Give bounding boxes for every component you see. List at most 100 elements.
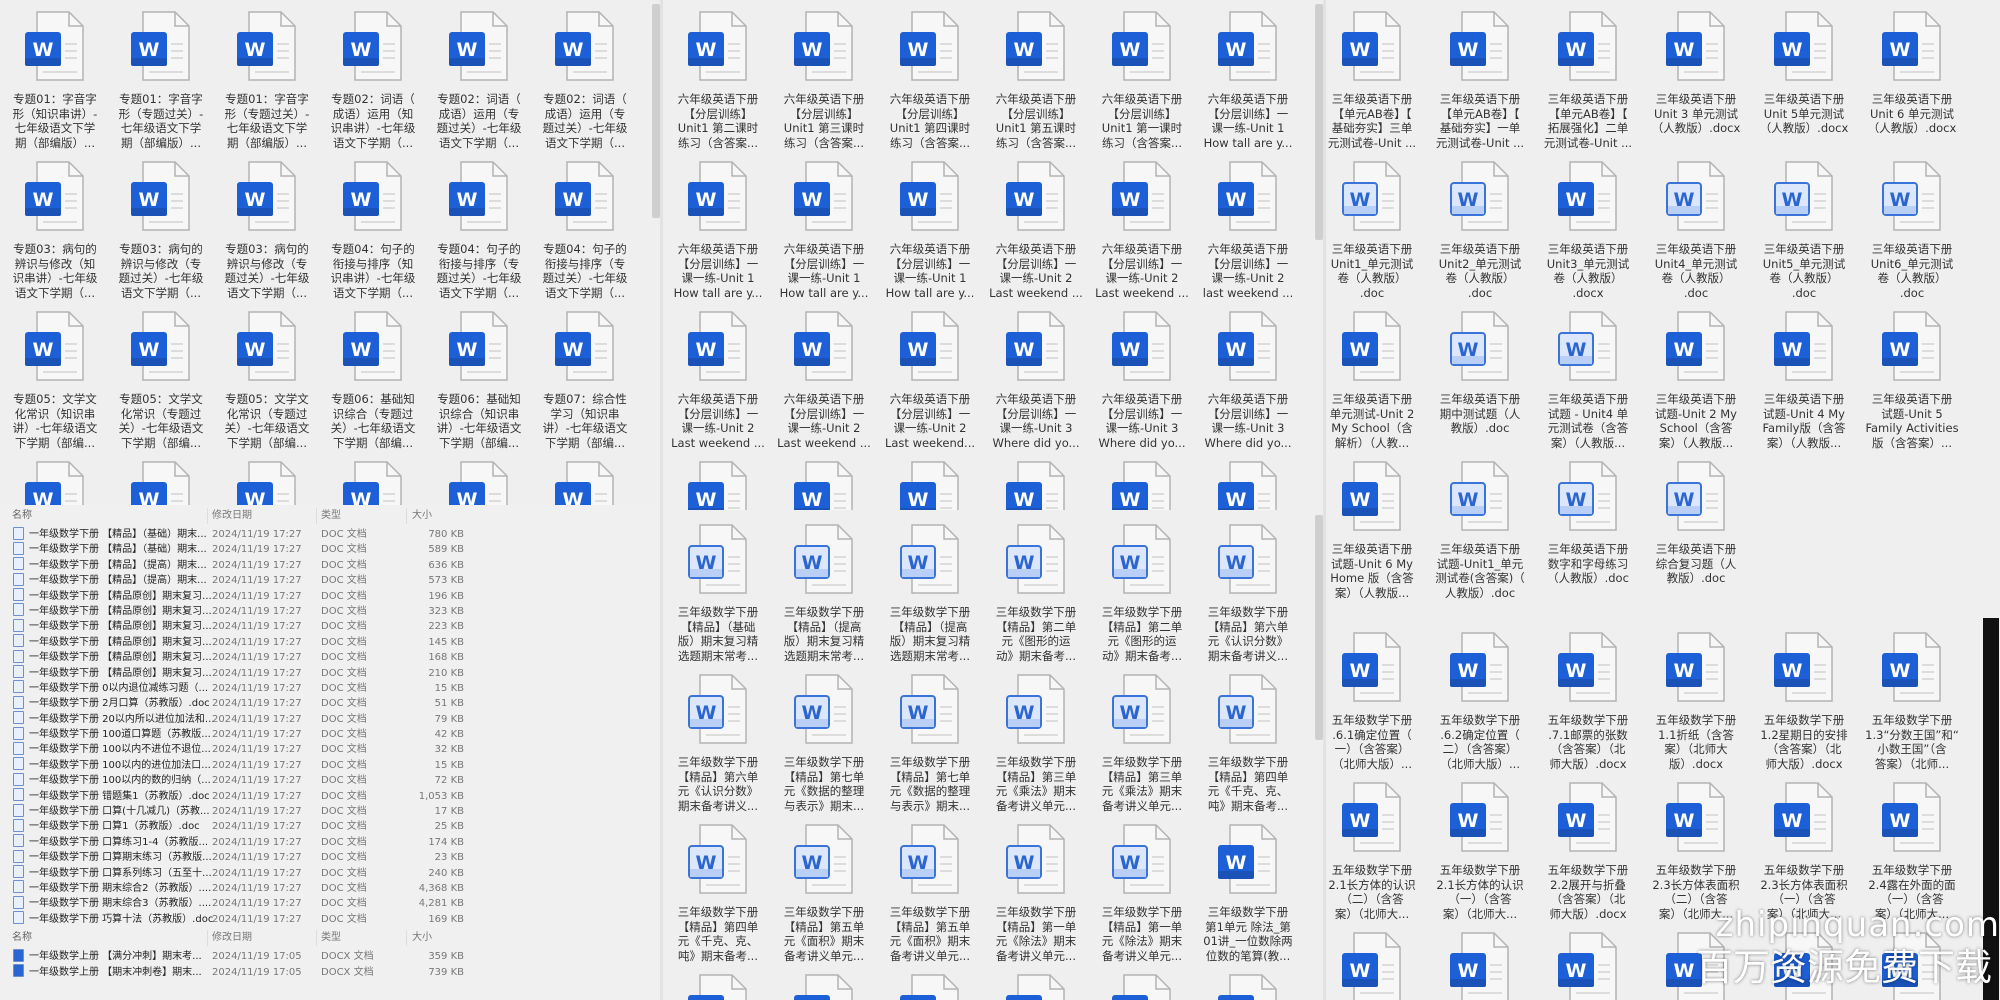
file-item[interactable]: W 三年级英语下册 试题-Unit 5 Family Activities 版（含…	[1858, 310, 1966, 460]
file-item[interactable]: W 六年级英语下册 【分层训练】一 课一练-Unit 2 Last weekend…	[665, 310, 771, 460]
file-item[interactable]: W 三年级英语下册 【单元AB卷】【 基础夯实】三单 元测试卷-Unit ...	[1328, 10, 1426, 160]
file-item[interactable]: W 六年级英语下册 【分层训练】 Unit1 第三课时 练习（含答案...	[771, 10, 877, 160]
file-item[interactable]: W 五年级数学下册 1.1折纸（含答 案）（北师大 版）.docx	[1642, 631, 1750, 781]
file-item[interactable]: W 专题03：病句的 辨识与修改（专 题过关）-七年级 语文下学期（...	[214, 160, 320, 310]
list-row[interactable]: 一年级数学下册 期末综合3（苏教版）.... 2024/11/19 17:27 DO…	[0, 895, 655, 911]
file-item[interactable]: W 五年级数学下册 2.1长方体的认识 （一）（含答 案）（北师大...	[1426, 781, 1534, 931]
file-item[interactable]: W 六年级英语下册 【分层训练】一 课一练-Unit 2 Last weekend…	[877, 310, 983, 460]
scrollbar-thumb-2[interactable]	[1315, 515, 1323, 740]
list-row[interactable]: 一年级数学上册 【期末冲刺卷】期末... 2024/11/19 17:05 DOCX…	[0, 964, 655, 980]
file-item[interactable]: W 三年级数学下册 【精品】第二单 元《图形的运 动》期末备考...	[1089, 523, 1195, 673]
column-header-name[interactable]: 名称	[12, 505, 32, 527]
list-row[interactable]: 一年级数学下册 100道口算题（苏教版... 2024/11/19 17:27 DO…	[0, 726, 655, 742]
file-item[interactable]: W 三年级数学下册 【精品】第六单 元《认识分数》 期末备考讲义...	[665, 673, 771, 823]
file-item[interactable]: W 三年级英语下册 Unit 6 单元测试 （人教版）.docx	[1858, 10, 1966, 160]
file-item[interactable]: W 专题01：字音字 形（专题过关）- 七年级语文下学 期（部编版）...	[214, 10, 320, 160]
file-item[interactable]: W	[1534, 931, 1642, 1000]
file-item[interactable]: W	[1195, 973, 1301, 1000]
column-separator[interactable]	[316, 508, 317, 524]
list-row[interactable]: 一年级数学下册 【精品原创】期末复习... 2024/11/19 17:27 DOC…	[0, 603, 655, 619]
file-item[interactable]: W 专题02：词语（ 成语）运用（专 题过关）-七年级 语文下学期（...	[532, 10, 638, 160]
file-item[interactable]: W 三年级数学下册 【精品】第一单 元《除法》期末 备考讲义单元...	[983, 823, 1089, 973]
list-row[interactable]: 一年级数学下册 【精品】（提高）期末... 2024/11/19 17:27 DOC…	[0, 557, 655, 573]
file-item[interactable]: W 三年级数学下册 第1单元 除法_第 01讲_一位数除两 位数的笔算(教...	[1195, 823, 1301, 973]
list-row[interactable]: 一年级数学下册 100以内的数的归纳（... 2024/11/19 17:27 DO…	[0, 772, 655, 788]
file-item[interactable]: W 三年级数学下册 【精品】第五单 元《面积》期末 备考讲义单元...	[877, 823, 983, 973]
file-item[interactable]: W 六年级英语下册 【分层训练】 Unit1 第二课时 练习（含答案...	[665, 10, 771, 160]
column-separator[interactable]	[406, 930, 407, 947]
scrollbar-thumb[interactable]	[652, 4, 660, 218]
file-item[interactable]: W 专题02：词语（ 成语）运用（知 识串讲）-七年级 语文下学期（...	[320, 10, 426, 160]
file-item[interactable]: W 五年级数学下册 1.3“分数王国”和“ 小数王国”（含 答案）（北师...	[1858, 631, 1966, 781]
file-item[interactable]: W 六年级英语下册 【分层训练】一 课一练-Unit 2 Last weekend…	[1089, 160, 1195, 310]
file-item[interactable]: W	[771, 973, 877, 1000]
list-row[interactable]: 一年级数学下册 【精品原创】期末复习... 2024/11/19 17:27 DOC…	[0, 618, 655, 634]
column-header-date[interactable]: 修改日期	[212, 505, 252, 527]
list-row[interactable]: 一年级数学下册 20以内所以进位加法和... 2024/11/19 17:27 DO…	[0, 711, 655, 727]
file-item[interactable]: W 三年级英语下册 试题-Unit1_单元 测试卷(含答案)（ 人教版）.doc	[1426, 460, 1534, 610]
file-item[interactable]: W 专题05：文学文 化常识（知识串 讲）-七年级语文 下学期（部编...	[2, 310, 108, 460]
column-separator[interactable]	[406, 508, 407, 524]
list-row[interactable]: 一年级数学下册 100以内不进位不退位... 2024/11/19 17:27 DO…	[0, 741, 655, 757]
list-row[interactable]: 一年级数学下册 口算(十几减几)（苏教... 2024/11/19 17:27 DO…	[0, 803, 655, 819]
file-item[interactable]: W	[771, 460, 877, 510]
file-item[interactable]: W 三年级英语下册 综合复习题（人 教版）.doc	[1642, 460, 1750, 610]
file-item[interactable]: W 三年级英语下册 数字和字母练习 （人教版）.doc	[1534, 460, 1642, 610]
list-row[interactable]: 一年级数学下册 【精品】（提高）期末... 2024/11/19 17:27 DOC…	[0, 572, 655, 588]
list-row[interactable]: 一年级数学下册 0以内退位减练习题（... 2024/11/19 17:27 DOC…	[0, 680, 655, 696]
file-item[interactable]: W 三年级英语下册 Unit 5单元测试 （人教版）.docx	[1750, 10, 1858, 160]
column-header-date[interactable]: 修改日期	[212, 927, 252, 949]
file-item[interactable]: W 三年级英语下册 期中测试题（人 教版）.doc	[1426, 310, 1534, 460]
list-row[interactable]: 一年级数学下册 口算期末练习（苏教版... 2024/11/19 17:27 DOC…	[0, 849, 655, 865]
file-item[interactable]: W 专题03：病句的 辨识与修改（知 识串讲）-七年级 语文下学期（...	[2, 160, 108, 310]
list-row[interactable]: 一年级数学下册 【精品原创】期末复习... 2024/11/19 17:27 DOC…	[0, 665, 655, 681]
file-item[interactable]: W 专题06：基础知 识综合（知识串 讲）-七年级语文 下学期（部编...	[426, 310, 532, 460]
file-item[interactable]: W 专题07：综合性 学习（知识串 讲）-七年级语文 下学期（部编...	[532, 310, 638, 460]
file-item[interactable]: W 三年级数学下册 【精品】第三单 元《乘法》期末 备考讲义单元...	[983, 673, 1089, 823]
file-item[interactable]: W 五年级数学下册 2.2展开与折叠 （含答案）（北 师大版）.docx	[1534, 781, 1642, 931]
column-header-name[interactable]: 名称	[12, 927, 32, 949]
file-item[interactable]: W 五年级数学下册 1.2星期日的安排 （含答案）（北 师大版）.docx	[1750, 631, 1858, 781]
file-item[interactable]: W	[877, 973, 983, 1000]
file-item[interactable]: W 六年级英语下册 【分层训练】一 课一练-Unit 1 How tall are…	[877, 160, 983, 310]
list-row[interactable]: 一年级数学下册 口算1（苏教版）.doc 2024/11/19 17:27 DOC …	[0, 818, 655, 834]
file-item[interactable]: W 专题04：句子的 衔接与排序（知 识串讲）-七年级 语文下学期（...	[320, 160, 426, 310]
file-item[interactable]: W 三年级数学下册 【精品】第六单 元《认识分数》 期末备考讲义...	[1195, 523, 1301, 673]
file-item[interactable]: W 三年级英语下册 Unit6_单元测试 卷（人教版） .doc	[1858, 160, 1966, 310]
file-item[interactable]: W	[665, 460, 771, 510]
file-item[interactable]: W 六年级英语下册 【分层训练】一 课一练-Unit 1 How tall are…	[665, 160, 771, 310]
file-item[interactable]: W 六年级英语下册 【分层训练】一 课一练-Unit 3 Where did yo…	[1089, 310, 1195, 460]
file-item[interactable]: W 五年级数学下册 2.1长方体的认识 （二）（含答 案）（北师大...	[1328, 781, 1426, 931]
file-item[interactable]: W 专题01：字音字 形（专题过关）- 七年级语文下学 期（部编版）...	[108, 10, 214, 160]
file-item[interactable]: W 五年级数学下册 .6.1确定位置（ 一）（含答案） （北师大版）...	[1328, 631, 1426, 781]
file-item[interactable]: W 三年级英语下册 试题 - Unit4 单 元测试卷（含答 案）（人教版...	[1534, 310, 1642, 460]
file-item[interactable]: W	[2, 460, 108, 505]
file-item[interactable]: W	[426, 460, 532, 505]
file-item[interactable]: W 三年级英语下册 试题-Unit 6 My Home 版（含答 案）（人教版..…	[1328, 460, 1426, 610]
list-row[interactable]: 一年级数学下册 【精品原创】期末复习... 2024/11/19 17:27 DOC…	[0, 649, 655, 665]
file-item[interactable]: W 五年级数学下册 .6.2确定位置（ 二）（含答案） （北师大版）...	[1426, 631, 1534, 781]
file-item[interactable]: W 三年级英语下册 试题-Unit 4 My Family版（含答 案）（人教版.…	[1750, 310, 1858, 460]
file-item[interactable]: W 六年级英语下册 【分层训练】一 课一练-Unit 2 Last weekend…	[983, 160, 1089, 310]
file-item[interactable]: W 专题05：文学文 化常识（专题过 关）-七年级语文 下学期（部编...	[214, 310, 320, 460]
column-header-size[interactable]: 大小	[412, 505, 506, 527]
file-item[interactable]: W 六年级英语下册 【分层训练】一 课一练-Unit 1 How tall are…	[771, 160, 877, 310]
file-item[interactable]: W 专题04：句子的 衔接与排序（专 题过关）-七年级 语文下学期（...	[426, 160, 532, 310]
file-item[interactable]: W 三年级英语下册 试题-Unit 2 My School（含答 案）（人教版..…	[1642, 310, 1750, 460]
file-item[interactable]: W	[320, 460, 426, 505]
file-item[interactable]: W 三年级英语下册 Unit1_单元测试 卷（人教版） .doc	[1328, 160, 1426, 310]
file-item[interactable]: W 三年级数学下册 【精品】第一单 元《除法》期末 备考讲义单元...	[1089, 823, 1195, 973]
file-item[interactable]: W 三年级英语下册 【单元AB卷】【 拓展强化】二单 元测试卷-Unit ...	[1534, 10, 1642, 160]
file-item[interactable]: W	[983, 460, 1089, 510]
column-header-type[interactable]: 类型	[321, 505, 341, 527]
file-item[interactable]: W 六年级英语下册 【分层训练】一 课一练-Unit 2 last weekend…	[1195, 160, 1301, 310]
file-item[interactable]: W 专题06：基础知 识综合（专题过 关）-七年级语文 下学期（部编...	[320, 310, 426, 460]
file-item[interactable]: W 三年级数学下册 【精品】第二单 元《图形的运 动》期末备考...	[983, 523, 1089, 673]
file-item[interactable]: W	[983, 973, 1089, 1000]
file-item[interactable]: W 三年级数学下册 【精品】第七单 元《数据的整理 与表示》期末...	[771, 673, 877, 823]
file-item[interactable]: W 三年级英语下册 Unit2_单元测试 卷（人教版） .doc	[1426, 160, 1534, 310]
list-row[interactable]: 一年级数学下册 错题集1（苏教版）.doc 2024/11/19 17:27 DOC…	[0, 788, 655, 804]
file-item[interactable]: W 三年级数学下册 【精品】第七单 元《数据的整理 与表示》期末...	[877, 673, 983, 823]
list-row[interactable]: 一年级数学下册 100以内的进位加法口... 2024/11/19 17:27 DO…	[0, 757, 655, 773]
file-item[interactable]: W 六年级英语下册 【分层训练】 Unit1 第四课时 练习（含答案...	[877, 10, 983, 160]
